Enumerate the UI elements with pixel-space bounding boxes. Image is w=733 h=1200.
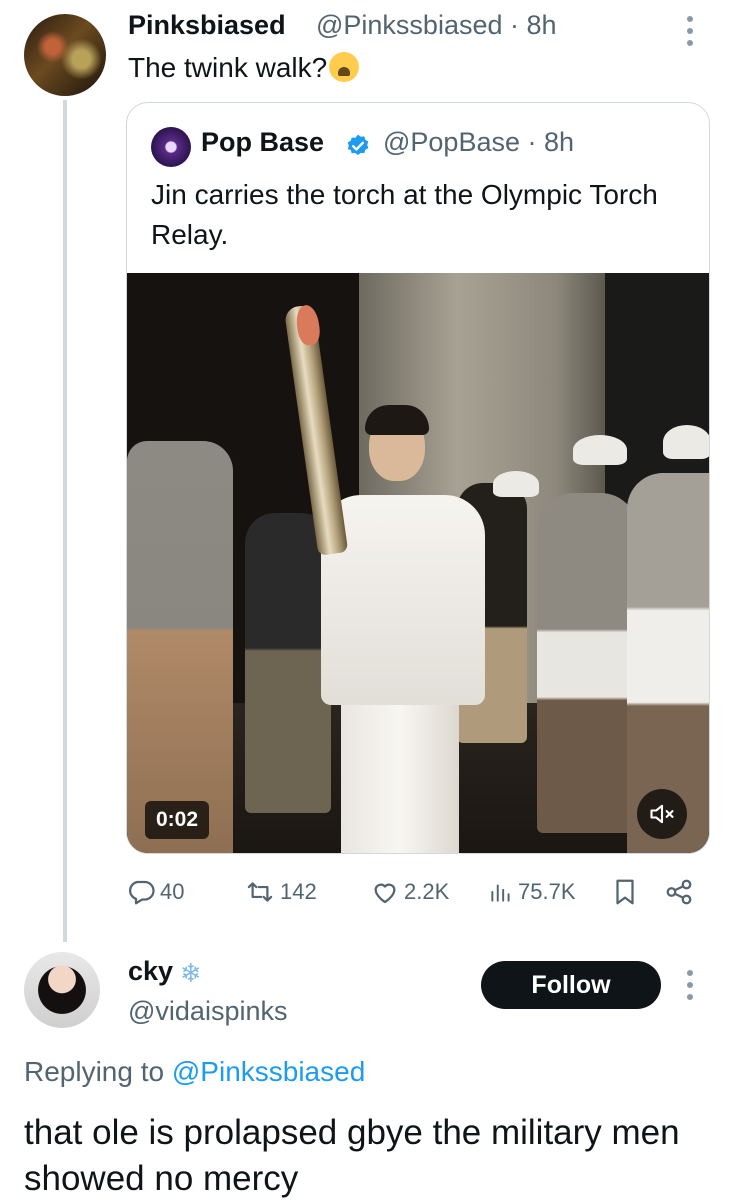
video-time-badge: 0:02 bbox=[145, 801, 210, 839]
follow-button[interactable]: Follow bbox=[481, 961, 661, 1009]
quoted-author-meta: @PopBase · 8h bbox=[383, 127, 575, 157]
repost-count: 142 bbox=[280, 879, 317, 904]
author-avatar[interactable] bbox=[24, 14, 106, 96]
mute-button[interactable] bbox=[637, 789, 687, 839]
video-runner-hair bbox=[365, 405, 429, 435]
reply-count: 40 bbox=[160, 879, 185, 904]
quoted-author-handle[interactable]: @PopBase bbox=[383, 127, 520, 157]
quoted-author-avatar[interactable] bbox=[151, 127, 191, 167]
more-options-icon[interactable] bbox=[683, 970, 697, 1000]
quoted-tweet-text: Jin carries the torch at the Olympic Tor… bbox=[151, 179, 658, 250]
video-runner-legs bbox=[341, 693, 459, 853]
more-options-icon[interactable] bbox=[683, 16, 697, 46]
views-chart-icon bbox=[491, 884, 510, 902]
tweet-action-bar: 40 142 2.2K 75.7K bbox=[126, 872, 710, 912]
replying-mention-link[interactable]: @Pinkssbiased bbox=[172, 1056, 365, 1087]
reply-text: that ole is prolapsed gbye the military … bbox=[24, 1113, 680, 1198]
author-meta: @Pinkssbiased · 8h bbox=[316, 10, 557, 40]
views-action[interactable]: 75.7K bbox=[488, 872, 576, 912]
muted-speaker-icon bbox=[650, 804, 674, 824]
bookmark-action[interactable] bbox=[610, 872, 644, 912]
video-cap bbox=[573, 435, 627, 465]
share-action[interactable] bbox=[664, 872, 698, 912]
heart-icon bbox=[374, 883, 396, 904]
thread-line bbox=[63, 100, 67, 942]
crying-face-emoji-icon bbox=[329, 52, 360, 82]
reply-icon bbox=[129, 880, 155, 905]
video-figure-guard bbox=[245, 513, 331, 813]
verified-badge-icon bbox=[347, 134, 369, 155]
video-figure-right bbox=[537, 493, 637, 833]
replying-to-line: Replying to @Pinkssbiased bbox=[24, 1056, 365, 1088]
like-action[interactable]: 2.2K bbox=[370, 872, 449, 912]
repost-icon bbox=[247, 882, 273, 902]
tweet-text: The twink walk? bbox=[128, 52, 360, 84]
share-icon bbox=[666, 879, 692, 905]
reply-author-handle[interactable]: @vidaispinks bbox=[128, 996, 287, 1027]
snowflake-icon: ❄ bbox=[180, 958, 202, 988]
quoted-tweet-time[interactable]: 8h bbox=[544, 127, 574, 157]
replying-prefix: Replying to bbox=[24, 1056, 165, 1087]
video-player[interactable]: 0:02 bbox=[127, 273, 709, 853]
bookmark-icon bbox=[616, 879, 634, 905]
like-count: 2.2K bbox=[404, 879, 450, 904]
repost-action[interactable]: 142 bbox=[244, 872, 317, 912]
video-figure-left bbox=[127, 441, 233, 853]
video-cap bbox=[663, 425, 709, 459]
quoted-tweet-card[interactable]: Pop Base @PopBase · 8h Jin carries the t… bbox=[126, 102, 710, 854]
reply-author-avatar[interactable] bbox=[24, 952, 100, 1028]
video-runner-body bbox=[321, 495, 485, 705]
author-handle[interactable]: @Pinkssbiased bbox=[316, 10, 503, 40]
quoted-author-name[interactable]: Pop Base bbox=[201, 127, 324, 158]
tweet-text-content: The twink walk? bbox=[128, 52, 328, 83]
reply-action[interactable]: 40 bbox=[126, 872, 184, 912]
view-count: 75.7K bbox=[518, 879, 576, 904]
tweet-time[interactable]: 8h bbox=[527, 10, 557, 40]
video-cap bbox=[493, 471, 539, 497]
reply-author-name[interactable]: cky bbox=[128, 956, 173, 987]
author-name[interactable]: Pinksbiased bbox=[128, 10, 286, 41]
